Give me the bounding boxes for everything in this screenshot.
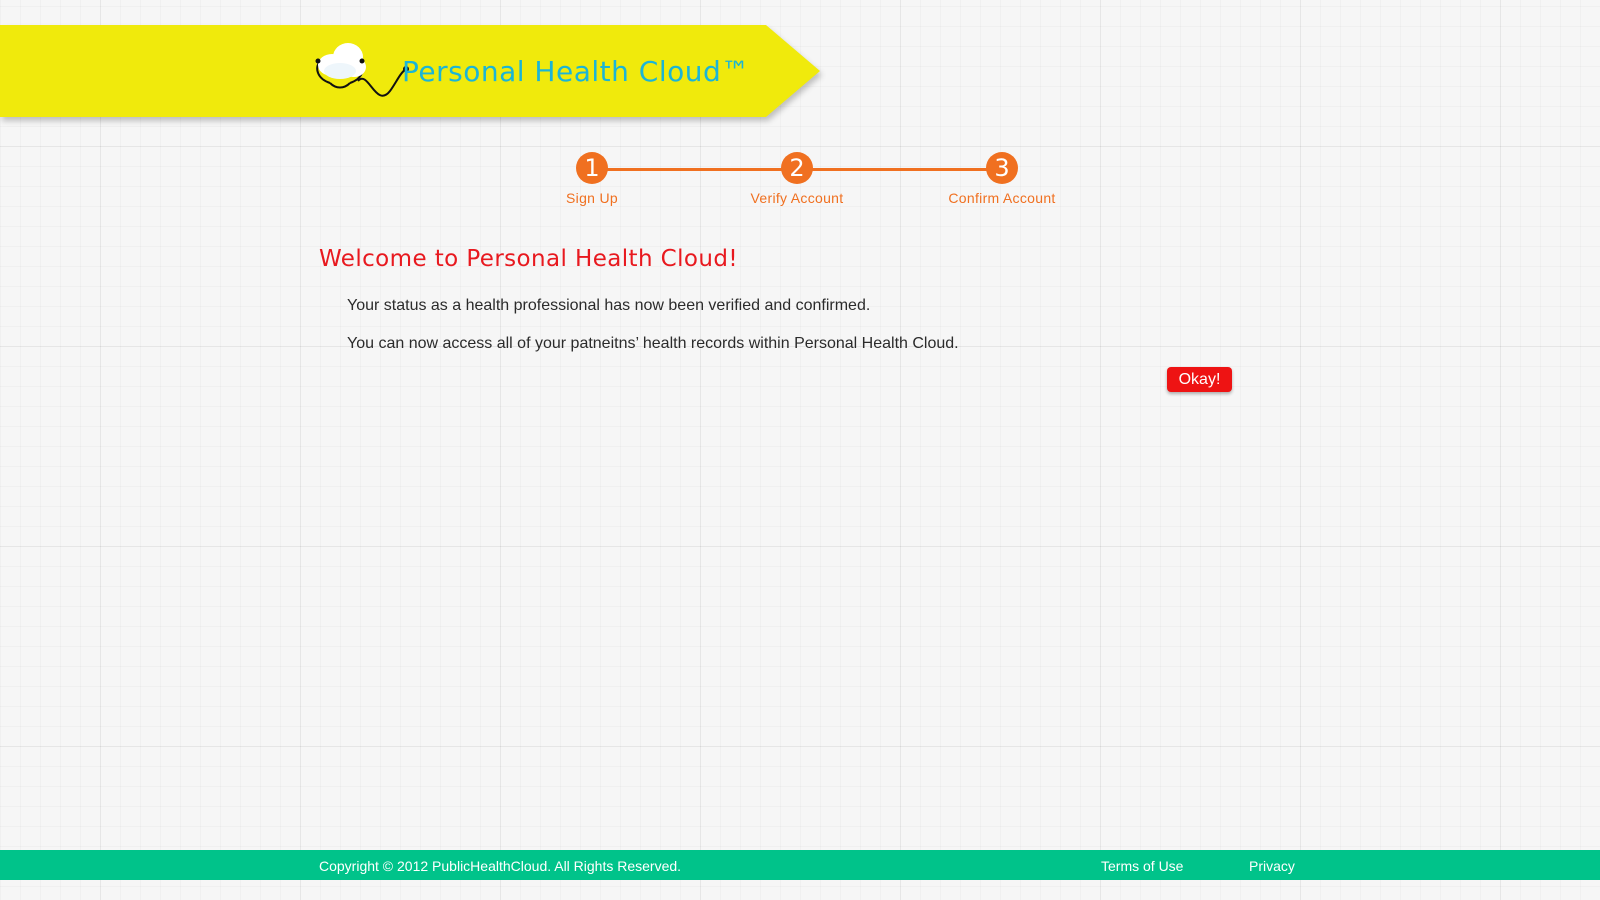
okay-button[interactable]: Okay!: [1167, 367, 1232, 392]
welcome-heading: Welcome to Personal Health Cloud!: [319, 246, 738, 272]
step-confirm-account: 3 Confirm Account: [922, 150, 1082, 206]
footer: Copyright © 2012 PublicHealthCloud. All …: [0, 850, 1600, 880]
step-verify-account: 2 Verify Account: [717, 150, 877, 206]
privacy-link[interactable]: Privacy: [1249, 858, 1295, 874]
brand-title: Personal Health Cloud™: [402, 55, 750, 88]
copyright-text: Copyright © 2012 PublicHealthCloud. All …: [319, 858, 682, 874]
signup-stepper: 1 Sign Up 2 Verify Account 3 Confirm Acc…: [520, 150, 1080, 220]
step-label: Sign Up: [566, 190, 618, 206]
access-message: You can now access all of your patneitns…: [347, 335, 959, 352]
step-number: 1: [576, 152, 608, 184]
header-ribbon: Personal Health Cloud™: [0, 25, 820, 119]
step-number: 2: [781, 152, 813, 184]
verification-message: Your status as a health professional has…: [347, 297, 871, 314]
step-label: Confirm Account: [948, 190, 1056, 206]
step-number: 3: [986, 152, 1018, 184]
step-sign-up: 1 Sign Up: [512, 150, 672, 206]
terms-of-use-link[interactable]: Terms of Use: [1101, 858, 1183, 874]
step-label: Verify Account: [750, 190, 844, 206]
cloud-stethoscope-icon: [310, 39, 410, 105]
